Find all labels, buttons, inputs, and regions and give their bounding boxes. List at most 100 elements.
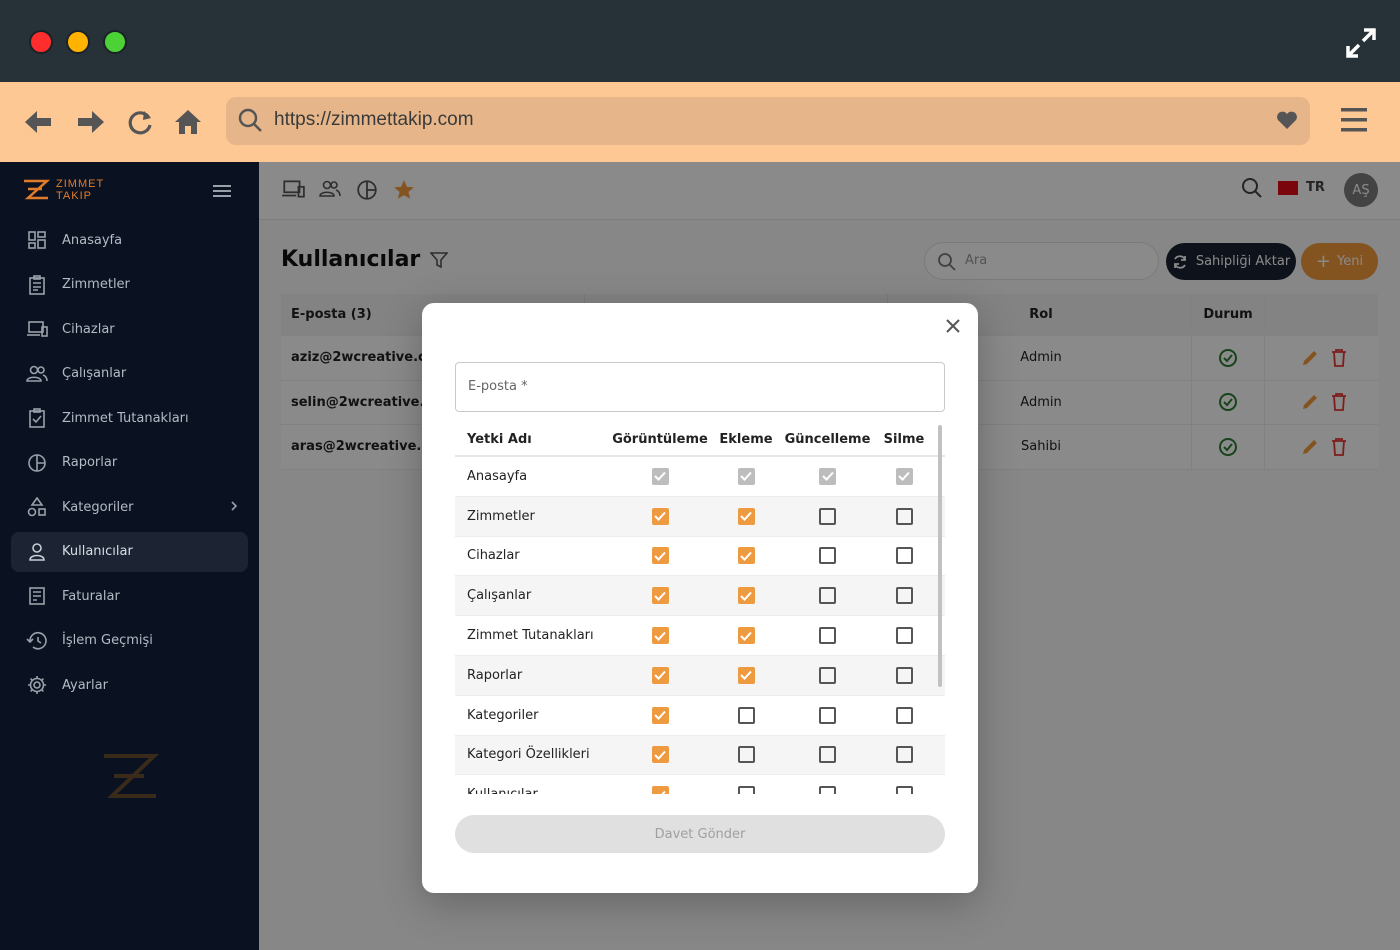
permission-row: Kategori Özellikleri xyxy=(455,735,945,776)
chevron-right-icon xyxy=(231,501,238,511)
view-permission-checkbox[interactable] xyxy=(651,627,669,645)
logo-z-icon xyxy=(24,179,50,200)
pie-chart-icon xyxy=(26,452,48,474)
sidebar-item-label: Çalışanlar xyxy=(62,366,127,381)
delete-header: Silme xyxy=(883,432,925,447)
sidebar-toggle-icon[interactable] xyxy=(213,184,231,198)
view-permission-checkbox[interactable] xyxy=(651,746,669,764)
sidebar-item-zimmetler[interactable]: Zimmetler xyxy=(11,265,248,305)
close-icon[interactable] xyxy=(942,315,964,337)
add-header: Ekleme xyxy=(719,432,773,447)
sidebar-item-cihazlar[interactable]: Cihazlar xyxy=(11,309,248,349)
delete-permission-checkbox[interactable] xyxy=(895,746,913,764)
delete-permission-checkbox xyxy=(895,467,913,485)
minimize-window-button[interactable] xyxy=(66,30,90,54)
sidebar-item-label: Ayarlar xyxy=(62,677,108,693)
sidebar-item-faturalar[interactable]: Faturalar xyxy=(11,576,248,616)
view-permission-checkbox[interactable] xyxy=(651,786,669,794)
update-header: Güncelleme xyxy=(784,432,871,447)
permission-name-header: Yetki Adı xyxy=(467,432,532,447)
checklist-icon xyxy=(26,407,48,429)
update-permission-checkbox[interactable] xyxy=(819,706,836,724)
delete-permission-checkbox[interactable] xyxy=(895,786,913,794)
permission-name: Kategori Özellikleri xyxy=(467,747,590,763)
logo-watermark-icon xyxy=(104,754,159,798)
delete-permission-checkbox[interactable] xyxy=(895,666,913,684)
gear-icon xyxy=(26,674,48,696)
add-permission-checkbox[interactable] xyxy=(737,507,755,525)
permission-row: Raporlar xyxy=(455,655,945,696)
delete-permission-checkbox[interactable] xyxy=(895,547,913,565)
update-permission-checkbox[interactable] xyxy=(819,746,836,764)
app-logo[interactable]: ZIMMET TAKIP xyxy=(22,178,104,202)
add-permission-checkbox[interactable] xyxy=(737,587,755,605)
shapes-icon xyxy=(26,496,48,518)
permission-row: Zimmet Tutanakları xyxy=(455,616,945,656)
sidebar-item-label: Kategoriler xyxy=(62,499,134,515)
sidebar-item-label: Anasayfa xyxy=(62,232,123,248)
logo-line-1: ZIMMET xyxy=(56,178,105,190)
sidebar-item-raporlar[interactable]: Raporlar xyxy=(11,443,248,483)
heart-icon[interactable] xyxy=(1276,110,1298,130)
view-permission-checkbox[interactable] xyxy=(651,706,669,724)
fullscreen-icon[interactable] xyxy=(1344,26,1378,60)
sidebar-item-ayarlar[interactable]: Ayarlar xyxy=(11,665,248,705)
address-bar[interactable]: https://zimmettakip.com xyxy=(226,97,1310,145)
sidebar-item-label: Raporlar xyxy=(62,455,118,470)
sidebar-item-zimmet-tutanaklari[interactable]: Zimmet Tutanakları xyxy=(11,398,248,438)
dashboard-icon xyxy=(26,229,48,251)
sidebar: ZIMMET TAKIP Anasayfa Zimmetler Cihazlar… xyxy=(0,162,259,950)
url-text: https://zimmettakip.com xyxy=(274,109,474,130)
sidebar-item-label: Zimmetler xyxy=(62,277,130,292)
add-permission-checkbox[interactable] xyxy=(737,746,755,764)
email-field[interactable]: E-posta * xyxy=(455,362,945,412)
view-permission-checkbox[interactable] xyxy=(651,587,669,605)
maximize-window-button[interactable] xyxy=(103,30,127,54)
close-window-button[interactable] xyxy=(29,30,53,54)
permission-name: Cihazlar xyxy=(467,548,520,564)
sidebar-item-label: Kullanıcılar xyxy=(62,544,133,559)
permissions-table[interactable]: Yetki Adı Görüntüleme Ekleme Güncelleme … xyxy=(455,424,945,794)
delete-permission-checkbox[interactable] xyxy=(895,507,913,525)
permission-name: Anasayfa xyxy=(467,468,528,484)
delete-permission-checkbox[interactable] xyxy=(895,587,913,605)
reload-button[interactable] xyxy=(124,104,156,140)
update-permission-checkbox[interactable] xyxy=(819,547,836,565)
delete-permission-checkbox[interactable] xyxy=(895,627,913,645)
update-permission-checkbox[interactable] xyxy=(819,666,836,684)
update-permission-checkbox[interactable] xyxy=(819,507,836,525)
send-invite-button[interactable]: Davet Gönder xyxy=(455,815,945,853)
permission-name: Zimmetler xyxy=(467,508,535,524)
permission-row: Cihazlar xyxy=(455,537,945,577)
permission-row: Kullanıcılar xyxy=(455,775,945,794)
home-button[interactable] xyxy=(172,104,204,140)
view-permission-checkbox[interactable] xyxy=(651,547,669,565)
window-titlebar xyxy=(0,0,1400,82)
delete-permission-checkbox[interactable] xyxy=(895,706,913,724)
sidebar-item-kategoriler[interactable]: Kategoriler xyxy=(11,487,248,527)
update-permission-checkbox[interactable] xyxy=(819,587,836,605)
add-permission-checkbox[interactable] xyxy=(737,627,755,645)
add-permission-checkbox[interactable] xyxy=(737,666,755,684)
update-permission-checkbox[interactable] xyxy=(819,627,836,645)
sidebar-item-calisanlar[interactable]: Çalışanlar xyxy=(11,354,248,394)
sidebar-item-islem-gecmisi[interactable]: İşlem Geçmişi xyxy=(11,621,248,661)
permissions-scrollbar[interactable] xyxy=(938,425,942,687)
permission-row: Anasayfa xyxy=(455,457,945,497)
sidebar-item-anasayfa[interactable]: Anasayfa xyxy=(11,220,248,260)
permission-row: Kategoriler xyxy=(455,696,945,736)
update-permission-checkbox[interactable] xyxy=(819,786,836,794)
back-button[interactable] xyxy=(22,104,54,140)
permissions-body: Anasayfa Zimmetler Cihazlar Çalışanlar Zimme… xyxy=(455,457,945,794)
home-icon xyxy=(175,110,201,134)
browser-menu-icon[interactable] xyxy=(1340,106,1368,134)
history-icon xyxy=(26,630,48,652)
arrow-left-icon xyxy=(25,111,51,133)
view-permission-checkbox[interactable] xyxy=(651,507,669,525)
add-permission-checkbox[interactable] xyxy=(737,547,755,565)
add-permission-checkbox[interactable] xyxy=(737,786,755,794)
sidebar-item-kullanicilar[interactable]: Kullanıcılar xyxy=(11,531,248,572)
forward-button[interactable] xyxy=(75,104,107,140)
add-permission-checkbox[interactable] xyxy=(737,706,755,724)
view-permission-checkbox[interactable] xyxy=(651,666,669,684)
